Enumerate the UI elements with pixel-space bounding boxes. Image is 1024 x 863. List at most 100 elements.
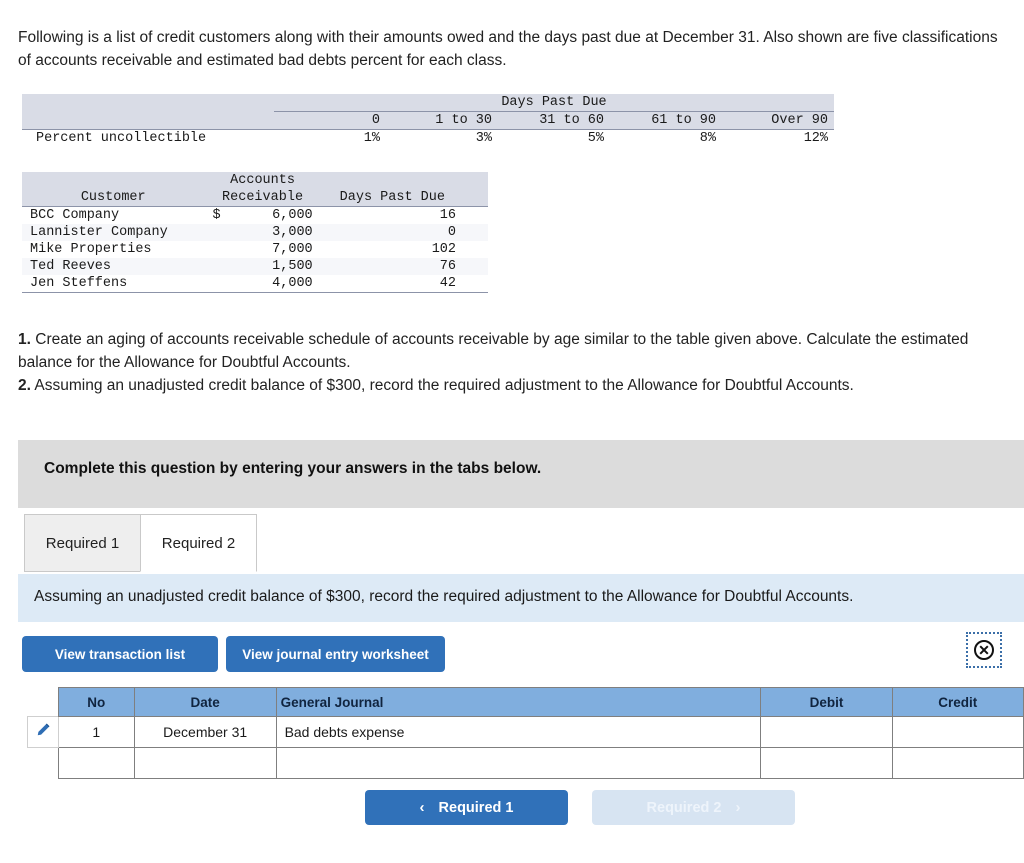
general-journal-table: No Date General Journal Debit Credit 1 D… <box>27 687 1024 779</box>
next-required-2-label: Required 2 <box>646 799 722 816</box>
journal-cell-debit[interactable] <box>760 716 893 748</box>
dpd-pct-0: 1% <box>363 131 380 146</box>
days-header-blank <box>320 172 488 189</box>
journal-gutter-empty <box>28 748 59 779</box>
prev-required-1-button[interactable]: ‹ Required 1 <box>365 790 568 825</box>
amount-value: 3,000 <box>272 225 313 240</box>
info-bar-text: Assuming an unadjusted credit balance of… <box>34 588 854 605</box>
dpd-empty-corner <box>22 94 274 112</box>
complete-question-banner: Complete this question by entering your … <box>18 440 1024 508</box>
customer-receivable-table: Accounts Customer Receivable Days Past D… <box>22 172 488 293</box>
journal-cell-credit[interactable] <box>891 716 1024 748</box>
journal-cell-date[interactable] <box>133 747 277 779</box>
journal-header-date: Date <box>133 687 277 717</box>
customer-days: 76 <box>320 258 488 275</box>
amount-value: 7,000 <box>272 242 313 257</box>
table-row: Jen Steffens 4,000 42 <box>22 275 488 293</box>
tab-required-2-label: Required 2 <box>161 534 236 552</box>
customer-header-label: Customer <box>22 189 205 207</box>
dpd-pct-61-to-90: 8% <box>699 131 716 146</box>
close-worksheet-button[interactable] <box>966 632 1002 668</box>
banner-text: Complete this question by entering your … <box>44 460 542 477</box>
requirement-2-text: Assuming an unadjusted credit balance of… <box>30 377 854 394</box>
customer-header-row-1: Accounts <box>22 172 488 189</box>
journal-cell-credit[interactable] <box>891 747 1024 779</box>
next-required-2-button[interactable]: Required 2 › <box>592 790 795 825</box>
dpd-group-header-row: Days Past Due <box>22 94 834 112</box>
journal-header-row: No Date General Journal Debit Credit <box>28 687 1024 717</box>
journal-cell-account[interactable] <box>275 747 762 779</box>
customer-name: BCC Company <box>30 208 120 223</box>
view-journal-entry-worksheet-button[interactable]: View journal entry worksheet <box>226 636 445 672</box>
dpd-header-blank <box>22 111 274 130</box>
customer-days: 42 <box>320 275 488 293</box>
dpd-col-61-to-90: 61 to 90 <box>610 111 722 130</box>
customer-name: Ted Reeves <box>22 258 205 275</box>
dpd-col-over-90: Over 90 <box>722 111 834 130</box>
days-past-due-header-label: Days Past Due <box>320 189 488 207</box>
dpd-col-31-to-60: 31 to 60 <box>498 111 610 130</box>
journal-cell-account[interactable]: Bad debts expense <box>275 716 762 748</box>
requirement-2-number: 2. <box>18 377 31 394</box>
ar-header-line2: Receivable <box>204 189 321 207</box>
intro-paragraph: Following is a list of credit customers … <box>18 29 998 69</box>
tab-required-1[interactable]: Required 1 <box>24 514 141 572</box>
customer-amount: 4,000 <box>204 275 321 293</box>
customer-header-row-2: Customer Receivable Days Past Due <box>22 189 488 207</box>
table-row: BCC Company $6,000 16 <box>22 207 488 225</box>
currency-symbol: $ <box>212 208 221 223</box>
table-row <box>28 747 1024 779</box>
ar-header-line1: Accounts <box>204 172 321 189</box>
view-transaction-list-button[interactable]: View transaction list <box>22 636 218 672</box>
dpd-group-header-label: Days Past Due <box>274 94 834 112</box>
dpd-column-header-row: 0 1 to 30 31 to 60 61 to 90 Over 90 <box>22 111 834 130</box>
journal-header-general: General Journal <box>275 687 762 717</box>
dpd-percent-row: Percent uncollectible 1% 3% 5% 8% 12% <box>22 130 834 148</box>
edit-row-button[interactable] <box>27 716 59 748</box>
days-past-due-table: Days Past Due 0 1 to 30 31 to 60 61 to 9… <box>22 94 834 147</box>
amount-value: 6,000 <box>272 208 313 223</box>
table-row: 1 December 31 Bad debts expense <box>27 716 1024 748</box>
customer-name: Mike Properties <box>30 242 152 257</box>
dpd-col-0: 0 <box>274 111 386 130</box>
journal-header-no: No <box>57 687 135 717</box>
dpd-pct-1-to-30: 3% <box>475 131 492 146</box>
table-row: Mike Properties 7,000 102 <box>22 241 488 258</box>
customer-name: Lannister Company <box>22 224 205 241</box>
table-row: Lannister Company 3,000 0 <box>22 224 488 241</box>
customer-amount: $6,000 <box>204 207 320 225</box>
chevron-right-icon: › <box>735 799 741 816</box>
journal-gutter-header <box>28 688 59 717</box>
requirement-info-bar: Assuming an unadjusted credit balance of… <box>18 574 1024 622</box>
journal-cell-debit[interactable] <box>760 747 893 779</box>
dpd-pct-over-90: 12% <box>803 131 828 146</box>
customer-days: 102 <box>431 242 456 257</box>
customer-amount: 3,000 <box>204 224 321 241</box>
customer-name: Jen Steffens <box>22 275 205 293</box>
dpd-col-1-to-30: 1 to 30 <box>386 111 498 130</box>
journal-header-debit: Debit <box>760 687 893 717</box>
circle-x-icon <box>974 640 994 660</box>
dpd-pct-31-to-60: 5% <box>587 131 604 146</box>
journal-header-credit: Credit <box>891 687 1024 717</box>
customer-days: 0 <box>320 224 488 241</box>
requirement-1-number: 1. <box>18 331 31 348</box>
customer-days: 16 <box>439 208 456 223</box>
journal-cell-no[interactable]: 1 <box>57 716 135 748</box>
pencil-icon <box>38 723 50 736</box>
requirements-text: 1. Create an aging of accounts receivabl… <box>18 328 1008 397</box>
chevron-left-icon: ‹ <box>419 799 425 816</box>
requirement-1-text: Create an aging of accounts receivable s… <box>18 331 969 371</box>
journal-cell-date[interactable]: December 31 <box>133 716 277 748</box>
customer-amount: 7,000 <box>204 241 320 258</box>
tab-required-1-label: Required 1 <box>45 534 120 552</box>
customer-amount: 1,500 <box>204 258 321 275</box>
customer-header-blank <box>22 172 205 189</box>
table-row: Ted Reeves 1,500 76 <box>22 258 488 275</box>
amount-value: 1,500 <box>272 259 313 274</box>
dpd-row-label: Percent uncollectible <box>36 131 207 146</box>
prev-required-1-label: Required 1 <box>438 799 514 816</box>
amount-value: 4,000 <box>272 276 313 291</box>
journal-cell-no[interactable] <box>57 747 135 779</box>
tab-required-2[interactable]: Required 2 <box>140 514 257 572</box>
